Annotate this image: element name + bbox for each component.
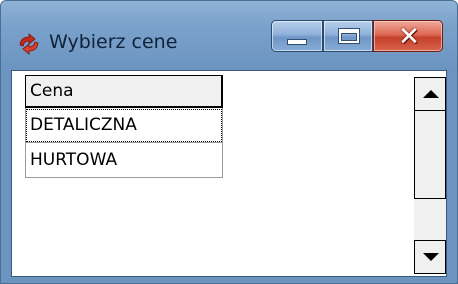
- column-header-cena[interactable]: Cena: [25, 75, 223, 108]
- arrow-up-icon: [423, 90, 439, 98]
- caption-buttons: ✕: [271, 20, 443, 54]
- scroll-thumb[interactable]: [414, 111, 446, 199]
- maximize-icon: [339, 29, 359, 43]
- close-icon: ✕: [398, 22, 420, 52]
- vertical-scrollbar[interactable]: [414, 77, 446, 274]
- close-button[interactable]: ✕: [373, 20, 443, 52]
- title-bar[interactable]: Wybierz cene ✕: [1, 1, 457, 67]
- dialog-window: Wybierz cene ✕ Cena DETALICZNA HURTOWA: [0, 0, 458, 284]
- table-row[interactable]: HURTOWA: [25, 143, 223, 178]
- price-list-panel: Cena DETALICZNA HURTOWA: [11, 70, 447, 277]
- window-title: Wybierz cene: [49, 31, 178, 53]
- arrow-down-icon: [423, 253, 439, 261]
- scroll-down-button[interactable]: [414, 240, 446, 274]
- minimize-icon: [288, 40, 306, 44]
- maximize-button[interactable]: [323, 20, 373, 52]
- minimize-button[interactable]: [271, 20, 323, 52]
- scroll-up-button[interactable]: [414, 77, 446, 111]
- table-row[interactable]: DETALICZNA: [25, 108, 223, 143]
- recycle-arrows-icon[interactable]: [17, 33, 41, 55]
